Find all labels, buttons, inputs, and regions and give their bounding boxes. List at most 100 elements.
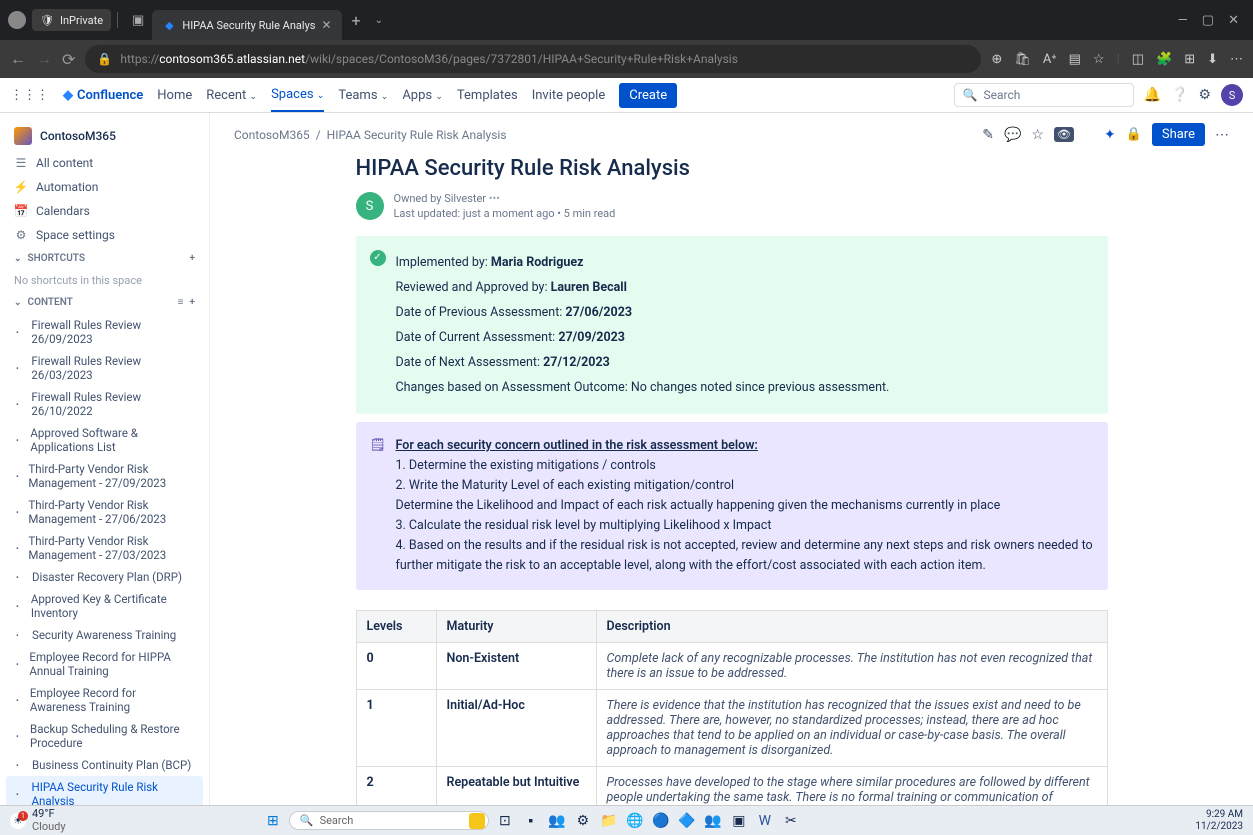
downloads-icon[interactable]: ⬇ [1207,52,1218,67]
collections-icon[interactable]: ⊞ [1184,52,1195,67]
refresh-icon[interactable]: ⟳ [62,50,75,69]
add-page-icon[interactable]: + [190,297,196,308]
sidebar-item-calendars[interactable]: 📅Calendars [6,199,203,223]
content-section[interactable]: ⌄ CONTENT ≡+ [6,291,203,314]
sidebar-item-all-content[interactable]: ☰All content [6,151,203,175]
app-icon[interactable]: 👥 [547,811,567,831]
app-icon[interactable]: ⚙ [573,811,593,831]
profile-avatar[interactable]: S [1221,84,1243,106]
app-icon[interactable]: ▪ [521,811,541,831]
col-header-description: Description [596,610,1107,642]
tree-item[interactable]: •Firewall Rules Review 26/03/2023 [6,350,203,386]
inprivate-badge[interactable]: 🛡 InPrivate [32,9,111,31]
new-tab-button[interactable]: + [342,11,371,30]
space-header[interactable]: ContosoM365 [6,121,203,151]
comment-icon[interactable]: 💬 [1004,127,1021,143]
close-icon[interactable]: ✕ [321,18,331,32]
shortcuts-section[interactable]: ⌄ SHORTCUTS + [6,247,203,270]
back-icon[interactable]: ← [10,49,26,69]
tree-item[interactable]: •Business Continuity Plan (BCP) [6,754,203,776]
nav-templates[interactable]: Templates [457,88,518,103]
task-view-icon[interactable]: ⊡ [495,811,515,831]
more-actions-icon[interactable]: ⋯ [1215,127,1229,143]
tree-item[interactable]: •Approved Software & Applications List [6,422,203,458]
teams-icon[interactable]: 👥 [703,811,723,831]
maximize-icon[interactable]: ▢ [1202,13,1214,28]
app-switcher-icon[interactable]: ⋮⋮⋮ [10,88,49,103]
split-icon[interactable]: ◫ [1132,52,1144,67]
confluence-logo[interactable]: ◆ Confluence [63,88,143,103]
app-icon[interactable]: ▣ [729,811,749,831]
tree-item[interactable]: •Firewall Rules Review 26/10/2022 [6,386,203,422]
close-window-icon[interactable]: ✕ [1228,13,1239,28]
app-icon[interactable]: 🔷 [677,811,697,831]
tab-overflow-icon[interactable]: ⌄ [371,15,387,26]
tree-item[interactable]: •Employee Record for HIPPA Annual Traini… [6,646,203,682]
reader-icon[interactable]: ▤ [1069,52,1081,67]
ai-icon[interactable]: ✦ [1104,127,1116,143]
add-shortcut-icon[interactable]: + [190,253,196,264]
start-icon[interactable]: ⊞ [263,811,283,831]
breadcrumb-page[interactable]: HIPAA Security Rule Risk Analysis [327,128,507,142]
more-icon[interactable]: ⋯ [1230,52,1243,67]
tree-item[interactable]: •Backup Scheduling & Restore Procedure [6,718,203,754]
filter-icon[interactable]: ≡ [178,297,184,308]
browser-tab[interactable]: ◆ HIPAA Security Rule Analys ✕ [152,10,341,40]
forward-icon: → [36,49,52,69]
system-tray[interactable]: 9:29 AM 11/2/2023 [1195,809,1243,833]
owner-menu-icon[interactable]: ••• [489,192,500,205]
share-button[interactable]: Share [1152,123,1205,146]
minimize-icon[interactable]: — [1178,13,1188,28]
col-header-levels: Levels [356,610,436,642]
tree-item[interactable]: •Security Awareness Training [6,624,203,646]
instructions-line: 2. Write the Maturity Level of each exis… [396,476,1094,496]
tree-item[interactable]: •Approved Key & Certificate Inventory [6,588,203,624]
settings-icon[interactable]: ⚙ [1198,87,1211,103]
tree-item-label: Firewall Rules Review 26/09/2023 [31,318,195,346]
weather-widget[interactable]: ☀ 49°F Cloudy [10,808,66,832]
invite-people-button[interactable]: Invite people [532,88,606,103]
word-icon[interactable]: W [755,811,775,831]
author-avatar[interactable]: S [356,192,384,220]
tree-item[interactable]: •Third-Party Vendor Risk Management - 27… [6,494,203,530]
snip-icon[interactable]: ✂ [781,811,801,831]
explorer-icon[interactable]: 📁 [599,811,619,831]
next-assessment-value: 27/12/2023 [543,355,610,370]
tree-item[interactable]: •Firewall Rules Review 26/09/2023 [6,314,203,350]
nav-home[interactable]: Home [157,88,192,103]
search-input[interactable]: 🔍 Search [954,83,1134,107]
watch-icon[interactable]: 👁 [1054,127,1074,142]
tree-item-label: Employee Record for Awareness Training [30,686,195,714]
create-button[interactable]: Create [619,83,677,108]
bullet-icon: • [16,436,24,445]
tree-item[interactable]: •Third-Party Vendor Risk Management - 27… [6,458,203,494]
chrome-icon[interactable]: 🔵 [651,811,671,831]
star-icon[interactable]: ☆ [1031,127,1044,143]
temperature: 49°F [32,808,66,820]
edge-icon[interactable]: 🌐 [625,811,645,831]
tree-item[interactable]: •Employee Record for Awareness Training [6,682,203,718]
tab-actions-icon[interactable]: ▣ [124,13,152,28]
tree-item[interactable]: •Disaster Recovery Plan (DRP) [6,566,203,588]
sidebar-item-automation[interactable]: ⚡Automation [6,175,203,199]
tree-item[interactable]: •Third-Party Vendor Risk Management - 27… [6,530,203,566]
shopping-icon[interactable]: 🛍 [1014,52,1031,67]
taskbar-search[interactable]: 🔍Search [289,811,489,830]
cell-maturity: Non-Existent [436,642,596,689]
favorite-icon[interactable]: ☆ [1093,52,1105,67]
nav-apps[interactable]: Apps ⌄ [402,88,443,103]
breadcrumb-space[interactable]: ContosoM365 [234,128,310,142]
nav-teams[interactable]: Teams ⌄ [338,88,388,103]
nav-spaces[interactable]: Spaces ⌄ [271,87,324,112]
extensions-icon[interactable]: 🧩 [1156,52,1172,67]
help-icon[interactable]: ❔ [1171,87,1188,103]
restrictions-icon[interactable]: 🔒 [1126,127,1142,142]
notification-icon[interactable]: 🔔 [1144,87,1161,103]
tree-item[interactable]: •HIPAA Security Rule Risk Analysis [6,776,203,805]
sidebar-item-space-settings[interactable]: ⚙Space settings [6,223,203,247]
nav-recent[interactable]: Recent ⌄ [206,88,257,103]
zoom-icon[interactable]: ⊕ [991,52,1002,67]
edit-icon[interactable]: ✎ [982,127,994,143]
url-bar[interactable]: 🔒 https://contosom365.atlassian.net/wiki… [85,45,981,73]
text-size-icon[interactable]: A⁺ [1043,52,1057,67]
